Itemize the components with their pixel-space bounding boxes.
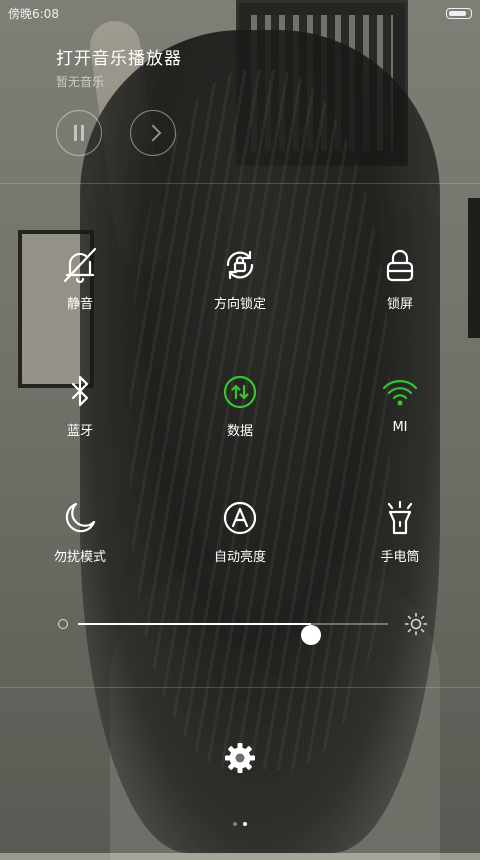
page-dot — [233, 822, 237, 826]
brightness-thumb[interactable] — [300, 625, 321, 645]
status-time: 傍晚6:08 — [8, 7, 59, 21]
toggle-label: 方向锁定 — [213, 297, 266, 312]
gear-icon[interactable] — [222, 740, 258, 776]
toggle-wifi[interactable]: MI — [345, 372, 455, 435]
toggle-flashlight[interactable]: 手电筒 — [345, 498, 455, 565]
pause-icon — [73, 125, 85, 141]
page-indicator — [230, 811, 250, 830]
toggle-label: 静音 — [66, 297, 93, 312]
wifi-icon — [382, 380, 418, 406]
toggle-bell-off[interactable]: 静音 — [25, 245, 135, 312]
toggle-bluetooth[interactable]: 蓝牙 — [25, 372, 135, 439]
player-title[interactable]: 打开音乐播放器 — [56, 44, 182, 69]
bell-off-icon — [63, 247, 97, 284]
brightness-fill — [78, 623, 311, 625]
toggle-label: 自动亮度 — [213, 550, 266, 565]
divider — [0, 183, 480, 184]
flashlight-icon — [387, 500, 413, 535]
brightness-track[interactable] — [78, 623, 388, 645]
next-icon — [144, 124, 162, 142]
status-bar: 傍晚6:08 — [0, 0, 480, 26]
toggle-mobile-data[interactable]: 数据 — [185, 372, 295, 439]
toggle-label: 蓝牙 — [66, 424, 93, 439]
brightness-slider[interactable] — [56, 612, 428, 645]
battery-icon — [446, 8, 472, 19]
music-player: 打开音乐播放器 暂无音乐 — [56, 44, 182, 156]
divider — [0, 687, 480, 688]
next-button[interactable] — [130, 110, 176, 156]
toggle-label: 手电筒 — [380, 550, 420, 565]
bluetooth-icon — [71, 375, 89, 407]
toggle-label: MI — [392, 420, 408, 435]
page-dot — [243, 822, 247, 826]
toggle-label: 锁屏 — [386, 297, 413, 312]
toggle-auto-brightness[interactable]: 自动亮度 — [185, 498, 295, 565]
mobile-data-icon — [223, 375, 257, 409]
toggle-rotation-lock[interactable]: 方向锁定 — [185, 245, 295, 312]
lock-icon — [386, 249, 414, 282]
rotation-lock-icon — [226, 250, 254, 280]
moon-icon — [65, 502, 96, 533]
toggle-label: 数据 — [226, 424, 253, 439]
battery-fill — [449, 11, 467, 16]
toggle-lock[interactable]: 锁屏 — [345, 245, 455, 312]
pause-button[interactable] — [56, 110, 102, 156]
brightness-low-icon — [58, 619, 68, 629]
toggle-moon[interactable]: 勿扰模式 — [25, 498, 135, 565]
brightness-high-icon — [404, 612, 428, 636]
auto-brightness-icon — [223, 501, 257, 535]
toggle-label: 勿扰模式 — [53, 550, 106, 565]
player-subtitle: 暂无音乐 — [56, 75, 105, 89]
